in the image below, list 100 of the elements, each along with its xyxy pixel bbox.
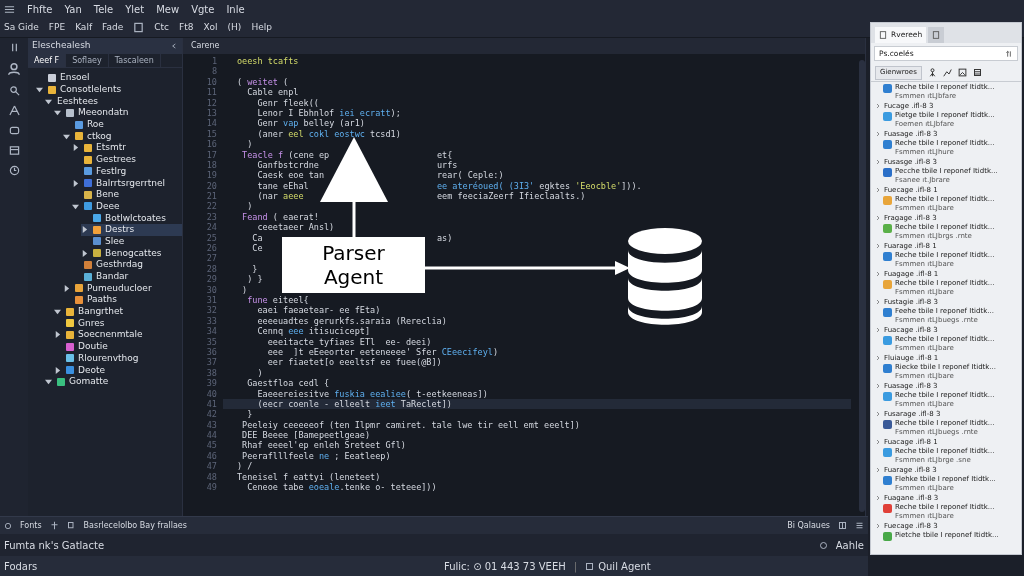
panel-bar-label[interactable]: Fonts bbox=[20, 519, 42, 532]
tree-item[interactable]: Etsmtr bbox=[72, 142, 182, 154]
line-number: 41 bbox=[206, 398, 217, 410]
copy-icon[interactable] bbox=[66, 521, 76, 530]
search-icon[interactable] bbox=[8, 85, 20, 96]
tree-item[interactable]: Deote bbox=[54, 364, 182, 376]
tree-item[interactable]: Slee bbox=[81, 235, 182, 248]
caret-right-icon[interactable] bbox=[63, 284, 70, 292]
tree-item[interactable]: Ensoel bbox=[36, 72, 182, 84]
editor-tab[interactable]: Carene bbox=[183, 40, 228, 52]
tree-item[interactable]: Destrs bbox=[81, 223, 182, 236]
chart-icon[interactable] bbox=[942, 68, 952, 77]
tree-item-label: Gesthrdag bbox=[96, 260, 143, 270]
menu-item[interactable]: Mew bbox=[156, 1, 180, 17]
tree-item[interactable]: Deee bbox=[72, 200, 182, 213]
line-number: 30 bbox=[206, 284, 217, 295]
caret-right-icon[interactable] bbox=[72, 179, 79, 187]
document-icon[interactable] bbox=[932, 31, 941, 39]
stack-icon[interactable] bbox=[972, 68, 982, 77]
code-line: rear( Ceple:) bbox=[437, 170, 504, 181]
tree-item[interactable]: Bangrthet bbox=[54, 305, 182, 318]
panel-bar-label[interactable]: Bi Qalaues bbox=[787, 519, 830, 532]
chevron-icon[interactable] bbox=[170, 42, 178, 50]
square-icon[interactable] bbox=[585, 561, 595, 571]
toolbar-item[interactable]: Kalf bbox=[75, 20, 93, 35]
explorer-tab[interactable]: Soflaey bbox=[66, 54, 109, 67]
explorer-tab[interactable]: Tascaleen bbox=[108, 54, 161, 67]
line-number: 33 bbox=[206, 315, 217, 327]
toolbar-item[interactable]: Help bbox=[251, 20, 272, 35]
toolbar-item[interactable]: FPE bbox=[48, 20, 66, 35]
caret-right-icon[interactable] bbox=[81, 249, 88, 257]
code-line: eaei faeaetear- ee fEta) bbox=[256, 305, 381, 316]
tree-item[interactable]: Balrrtsrgerrtnel bbox=[72, 177, 182, 189]
tree-item[interactable]: Paaths bbox=[63, 294, 182, 306]
tree-item[interactable]: Festlrg bbox=[72, 165, 182, 178]
toolbar-item[interactable]: Ft8 bbox=[178, 20, 194, 35]
tree-item-label: Meeondatn bbox=[78, 108, 129, 118]
menu-icon[interactable] bbox=[4, 3, 15, 15]
tree-item[interactable]: Pumeuducloer bbox=[63, 282, 182, 295]
menu-item[interactable]: Tele bbox=[93, 1, 114, 17]
caret-right-icon[interactable] bbox=[72, 144, 79, 152]
person-icon[interactable] bbox=[927, 68, 937, 77]
tree-item[interactable]: Gestrees bbox=[72, 153, 182, 166]
code-line: (eecr coenle - elleelt ieet TaReclet]) bbox=[256, 398, 452, 410]
toolbar-item[interactable]: Xol bbox=[203, 20, 218, 35]
line-number: 40 bbox=[206, 388, 217, 399]
tree-item[interactable]: Consotlelents bbox=[36, 83, 182, 96]
sort-icon[interactable] bbox=[1005, 49, 1013, 58]
caret-down-icon[interactable] bbox=[45, 378, 52, 386]
code-line: Ceneoe tabe eoeale.tenke o- teteee])) bbox=[246, 482, 437, 493]
menu-item[interactable]: Vgte bbox=[191, 1, 215, 17]
explorer-tab[interactable]: Aeef F bbox=[28, 54, 67, 67]
menu-item[interactable]: Inle bbox=[226, 1, 245, 17]
code-line: eer fiaetet[o eeeltsf ee fuee(@B]) bbox=[266, 357, 442, 368]
person-icon[interactable] bbox=[7, 62, 21, 76]
tree-item[interactable]: Rlourenvthog bbox=[54, 352, 182, 365]
caret-down-icon[interactable] bbox=[63, 132, 70, 140]
menu-item[interactable]: Fhfte bbox=[27, 1, 53, 17]
window-icon[interactable] bbox=[8, 145, 20, 156]
tree-item[interactable]: Roe bbox=[63, 118, 182, 131]
tree-item[interactable]: Benogcattes bbox=[81, 247, 182, 259]
menu-item[interactable]: Yan bbox=[64, 1, 82, 17]
menu-item[interactable]: Ylet bbox=[125, 1, 145, 17]
circle-icon[interactable] bbox=[4, 521, 12, 530]
toolbar-item[interactable]: Fade bbox=[102, 20, 124, 35]
caret-right-icon[interactable] bbox=[81, 226, 88, 234]
tree-item[interactable]: Soecnenmtale bbox=[54, 329, 182, 341]
refresh-icon[interactable] bbox=[818, 540, 828, 550]
tree-item[interactable]: Eeshtees bbox=[45, 95, 182, 108]
code-line: et{ bbox=[437, 149, 453, 160]
triangle-icon[interactable] bbox=[8, 105, 20, 116]
tree-item[interactable]: ctkog bbox=[63, 130, 182, 143]
tree-item[interactable]: Bandar bbox=[72, 270, 182, 283]
tree-item[interactable]: Meeondatn bbox=[54, 107, 182, 119]
tree-item-label: Bene bbox=[96, 190, 119, 200]
clock-icon[interactable] bbox=[8, 165, 20, 176]
image-icon[interactable] bbox=[957, 68, 967, 77]
list-icon[interactable] bbox=[855, 521, 864, 530]
toolbar-item[interactable]: Sa Gide bbox=[4, 20, 39, 35]
pin-icon[interactable] bbox=[49, 521, 59, 530]
tree-item[interactable]: Gnres bbox=[54, 317, 182, 330]
caret-right-icon[interactable] bbox=[54, 366, 61, 374]
tree-item[interactable]: Doutie bbox=[54, 340, 182, 353]
tree-item[interactable]: Gomatte bbox=[45, 375, 182, 388]
tree-item-label: Rlourenvthog bbox=[78, 353, 139, 363]
toolbar-item[interactable]: (H) bbox=[227, 20, 242, 35]
scrollbar[interactable] bbox=[859, 60, 865, 512]
caret-right-icon[interactable] bbox=[54, 331, 61, 339]
tree-item[interactable]: Gesthrdag bbox=[72, 259, 182, 271]
grid-icon[interactable] bbox=[838, 521, 847, 530]
caret-down-icon[interactable] bbox=[72, 202, 79, 210]
toolbar-item[interactable]: Ctc bbox=[154, 20, 169, 35]
panel-tab[interactable] bbox=[928, 27, 945, 43]
tree-item[interactable]: Botlwlctoates bbox=[81, 212, 182, 224]
code-line: Lenor I Ebhnlof iei ecratt); bbox=[256, 107, 401, 119]
line-number: 35 bbox=[206, 336, 217, 347]
box-icon[interactable] bbox=[8, 125, 20, 136]
document-icon[interactable] bbox=[879, 31, 887, 39]
caret-down-icon[interactable] bbox=[54, 308, 61, 316]
tree-item[interactable]: Bene bbox=[72, 188, 182, 201]
